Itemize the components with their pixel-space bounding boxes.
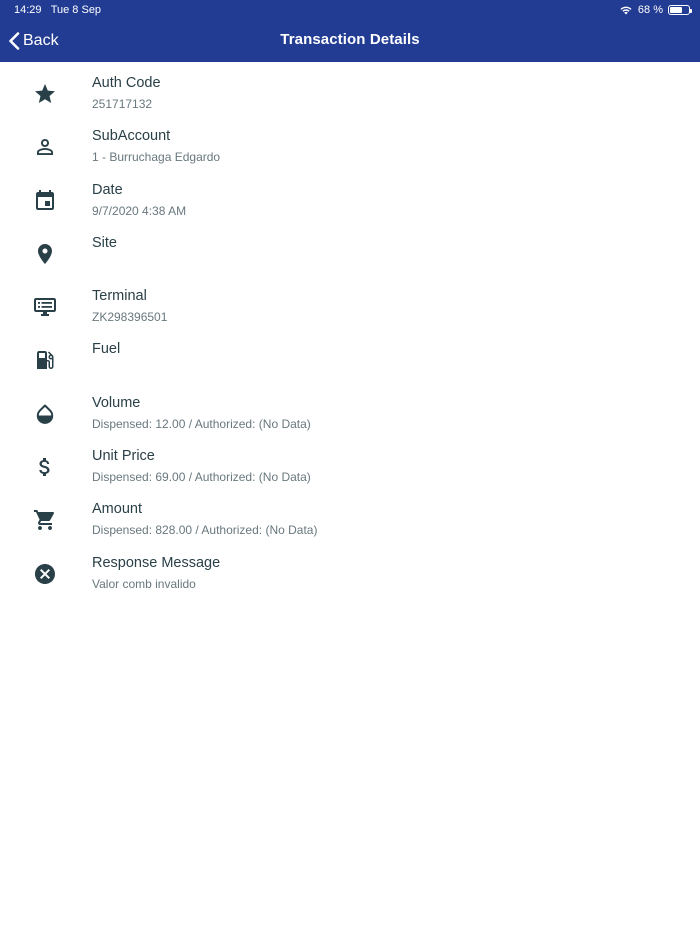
wifi-icon (620, 6, 632, 15)
detail-value: Dispensed: 12.00 / Authorized: (No Data) (92, 416, 311, 431)
calendar-icon (36, 189, 54, 210)
detail-row-auth-code: Auth Code 251717132 (0, 62, 700, 115)
detail-label: Volume (92, 394, 141, 411)
detail-row-unit-price: Unit Price Dispensed: 69.00 / Authorized… (0, 435, 700, 488)
detail-label: Date (92, 181, 123, 198)
page-title: Transaction Details (280, 31, 420, 48)
status-time-date: 14:29 Tue 8 Sep (14, 0, 101, 20)
person-icon (37, 139, 53, 156)
detail-row-fuel: Fuel (0, 328, 700, 381)
detail-value: 9/7/2020 4:38 AM (92, 203, 187, 218)
detail-label: SubAccount (92, 128, 171, 145)
detail-value: ZK298396501 (92, 310, 168, 325)
navigation-bar: 14:29 Tue 8 Sep 68 % Back Transaction De… (0, 0, 700, 62)
detail-row-terminal: Terminal ZK298396501 (0, 275, 700, 328)
location-pin-icon (38, 243, 52, 264)
detail-value: Valor comb invalido (92, 576, 196, 591)
status-right: 68 % (619, 0, 692, 20)
status-time: 14:29 (14, 4, 42, 16)
cart-icon (34, 510, 55, 531)
detail-value: 1 - Burruchaga Edgardo (92, 150, 221, 165)
detail-label: Amount (92, 501, 142, 518)
detail-label: Terminal (92, 288, 147, 305)
detail-row-site: Site (0, 222, 700, 275)
status-bar: 14:29 Tue 8 Sep 68 % (0, 0, 700, 20)
fuel-pump-icon (37, 351, 54, 370)
battery-icon (668, 5, 692, 15)
detail-label: Response Message (92, 554, 221, 571)
terminal-icon (34, 298, 56, 317)
detail-row-response-message: Response Message Valor comb invalido (0, 542, 700, 595)
detail-row-date: Date 9/7/2020 4:38 AM (0, 169, 700, 222)
detail-row-volume: Volume Dispensed: 12.00 / Authorized: (N… (0, 382, 700, 435)
battery-percent: 68 % (637, 4, 663, 16)
status-date: Tue 8 Sep (50, 4, 102, 16)
detail-label: Auth Code (92, 75, 161, 91)
cancel-circle-icon (35, 563, 55, 584)
detail-row-subaccount: SubAccount 1 - Burruchaga Edgardo (0, 115, 700, 168)
drop-icon (36, 404, 54, 424)
details-list: Auth Code 251717132 SubAccount 1 - Burru… (0, 62, 700, 595)
detail-row-amount: Amount Dispensed: 828.00 / Authorized: (… (0, 488, 700, 541)
star-icon (35, 84, 55, 103)
detail-label: Unit Price (92, 448, 155, 465)
detail-label: Site (92, 234, 117, 251)
detail-value: Dispensed: 828.00 / Authorized: (No Data… (92, 523, 318, 538)
detail-value: 251717132 (92, 97, 153, 111)
detail-value: Dispensed: 69.00 / Authorized: (No Data) (92, 470, 311, 485)
detail-label: Fuel (92, 341, 121, 358)
dollar-icon (39, 458, 50, 477)
